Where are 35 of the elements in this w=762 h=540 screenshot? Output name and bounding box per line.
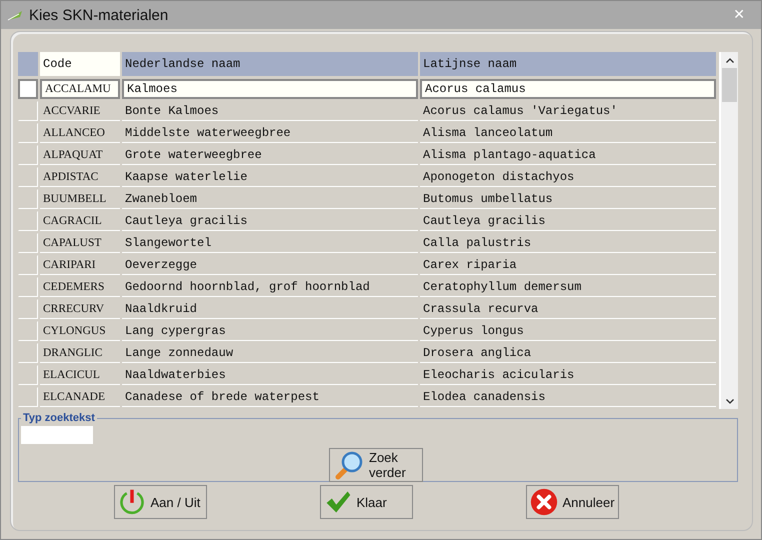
row-selector[interactable] xyxy=(18,145,38,165)
scroll-thumb[interactable] xyxy=(722,68,737,102)
row-selector[interactable] xyxy=(18,233,38,253)
column-header[interactable]: Nederlandse naam xyxy=(122,52,418,76)
row-selector[interactable] xyxy=(18,299,38,319)
column-header[interactable]: Latijnse naam xyxy=(420,52,716,76)
row-selector[interactable] xyxy=(18,365,38,385)
row-selector[interactable] xyxy=(18,79,38,99)
window-title: Kies SKN-materialen xyxy=(29,6,170,24)
scrollbar[interactable] xyxy=(721,52,738,409)
power-icon xyxy=(118,488,146,516)
group-legend: Typ zoektekst xyxy=(21,412,97,424)
header-corner xyxy=(18,52,38,76)
leaf-icon xyxy=(7,9,23,21)
power-button[interactable]: Aan / Uit xyxy=(114,485,206,519)
row-selector[interactable] xyxy=(18,123,38,143)
row-selector[interactable] xyxy=(18,211,38,231)
ok-button[interactable]: Klaar xyxy=(320,485,412,519)
row-selector[interactable] xyxy=(18,101,38,121)
search-icon xyxy=(334,450,364,480)
column-header[interactable]: Code xyxy=(40,52,120,76)
row-selector[interactable] xyxy=(18,277,38,297)
row-selector[interactable] xyxy=(18,387,38,407)
search-field[interactable] xyxy=(21,426,93,444)
table-cell: Acorus calamus xyxy=(420,79,716,99)
row-selector[interactable] xyxy=(18,255,38,275)
row-selector[interactable] xyxy=(18,321,38,341)
table-cell: Kalmoes xyxy=(122,79,418,99)
cancel-icon xyxy=(530,488,558,516)
search-next-button[interactable]: Zoek verder xyxy=(329,448,423,482)
row-selector[interactable] xyxy=(18,167,38,187)
cancel-button[interactable]: Annuleer xyxy=(526,485,618,519)
row-selector[interactable] xyxy=(18,343,38,363)
table-cell: ACCALAMU xyxy=(40,79,120,99)
row-selector[interactable] xyxy=(18,189,38,209)
